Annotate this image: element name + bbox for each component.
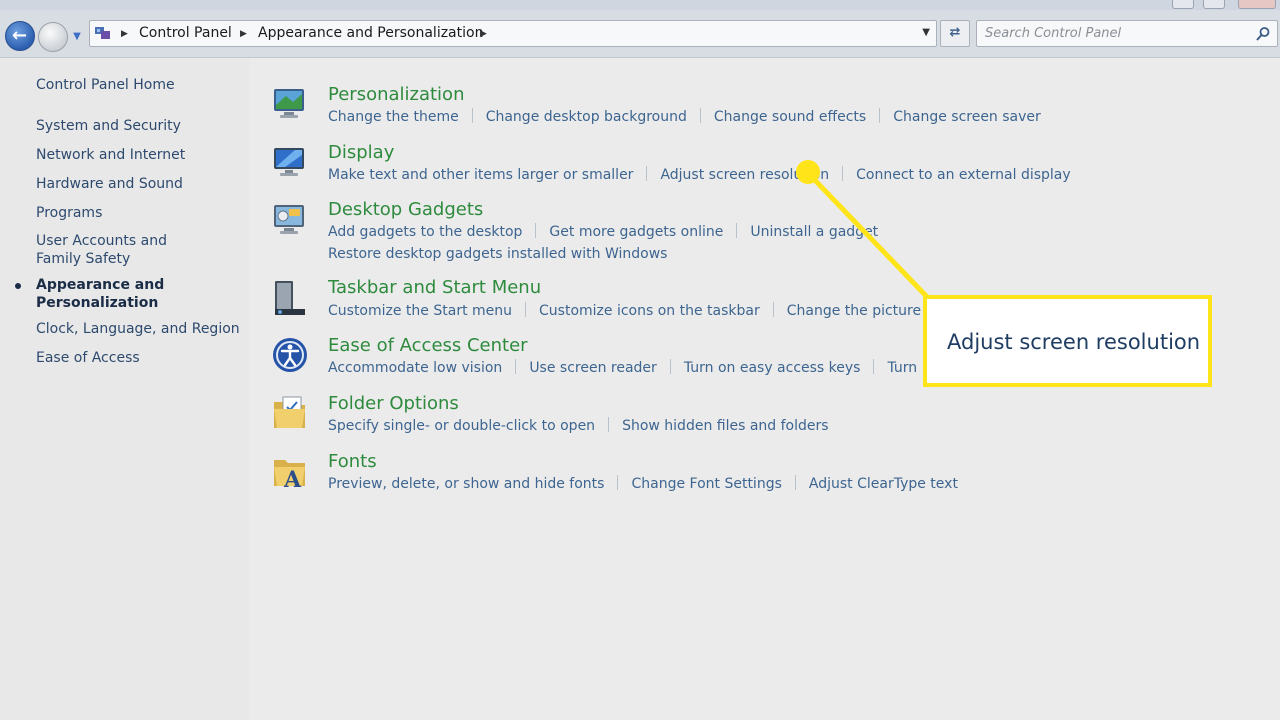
sidebar-item-clock-language[interactable]: Clock, Language, and Region (36, 320, 241, 338)
refresh-icon: ⇄ (949, 25, 961, 40)
link-adjust-screen-resolution[interactable]: Adjust screen resolution (660, 166, 829, 184)
display-icon (274, 148, 304, 176)
current-item-bullet (15, 283, 21, 289)
link-use-screen-reader[interactable]: Use screen reader (529, 359, 657, 377)
search-input[interactable] (985, 24, 1245, 43)
link-restore-gadgets[interactable]: Restore desktop gadgets installed with W… (328, 245, 667, 263)
link-separator (646, 166, 648, 181)
link-add-gadgets[interactable]: Add gadgets to the desktop (328, 223, 522, 241)
link-separator (873, 359, 875, 374)
ease-of-access-icon (273, 338, 307, 372)
navigation-toolbar: ← ▼ ▶ Control Panel ▶ Appearance and Per… (0, 10, 1280, 58)
link-connect-external-display[interactable]: Connect to an external display (856, 166, 1071, 184)
link-separator (515, 359, 517, 374)
personalization-icon (274, 89, 304, 118)
recent-pages-dropdown[interactable]: ▼ (70, 30, 84, 44)
link-customize-taskbar-icons[interactable]: Customize icons on the taskbar (539, 302, 760, 320)
link-change-desktop-background[interactable]: Change desktop background (486, 108, 687, 126)
link-single-double-click[interactable]: Specify single- or double-click to open (328, 417, 595, 435)
sidebar-item-user-accounts[interactable]: User Accounts and Family Safety (36, 232, 216, 268)
link-separator (617, 475, 619, 490)
links-desktop-gadgets-2: Restore desktop gadgets installed with W… (328, 245, 667, 263)
arrow-left-icon: ← (12, 25, 28, 46)
breadcrumb-separator: ▶ (240, 29, 247, 39)
link-show-hidden-files[interactable]: Show hidden files and folders (622, 417, 829, 435)
links-display: Make text and other items larger or smal… (328, 166, 1071, 184)
link-change-theme[interactable]: Change the theme (328, 108, 459, 126)
link-separator (736, 223, 738, 238)
breadcrumb-separator: ▶ (121, 29, 128, 39)
link-separator (535, 223, 537, 238)
sidebar-item-programs[interactable]: Programs (36, 204, 241, 222)
sidebar-item-appearance: Appearance and Personalization (36, 277, 165, 311)
address-bar[interactable]: ▶ Control Panel ▶ Appearance and Persona… (89, 20, 937, 47)
sidebar-item-network-internet[interactable]: Network and Internet (36, 146, 241, 164)
maximize-button[interactable] (1203, 0, 1225, 9)
category-title-taskbar[interactable]: Taskbar and Start Menu (328, 277, 541, 299)
links-fonts: Preview, delete, or show and hide fonts C… (328, 475, 958, 493)
minimize-button[interactable] (1172, 0, 1194, 9)
back-button[interactable]: ← (5, 21, 35, 51)
title-bar (0, 0, 1280, 10)
category-title-desktop-gadgets[interactable]: Desktop Gadgets (328, 199, 483, 221)
refresh-button[interactable]: ⇄ (940, 20, 970, 47)
links-taskbar: Customize the Start menu Customize icons … (328, 302, 962, 320)
link-separator (525, 302, 527, 317)
links-desktop-gadgets: Add gadgets to the desktop Get more gadge… (328, 223, 878, 241)
fonts-icon: A (274, 460, 305, 490)
sidebar-item-control-panel-home[interactable]: Control Panel Home (36, 76, 241, 94)
sidebar-item-hardware-sound[interactable]: Hardware and Sound (36, 175, 241, 193)
breadcrumb-control-panel[interactable]: Control Panel (139, 24, 232, 42)
link-adjust-cleartype[interactable]: Adjust ClearType text (809, 475, 958, 493)
main-content: Personalization Change the theme Change d… (249, 59, 1280, 720)
svg-text:A: A (283, 467, 302, 490)
search-box (976, 20, 1278, 47)
control-panel-icon (95, 27, 110, 39)
link-separator (471, 108, 473, 123)
sidebar: Control Panel Home System and Security N… (0, 59, 249, 720)
link-easy-access-keys[interactable]: Turn on easy access keys (684, 359, 861, 377)
category-title-display[interactable]: Display (328, 142, 394, 164)
close-button[interactable] (1238, 0, 1276, 9)
link-uninstall-gadget[interactable]: Uninstall a gadget (750, 223, 878, 241)
link-separator (794, 475, 796, 490)
link-accommodate-low-vision[interactable]: Accommodate low vision (328, 359, 502, 377)
breadcrumb-separator: ▶ (480, 29, 487, 39)
link-separator (772, 302, 774, 317)
chevron-down-icon[interactable]: ▼ (922, 24, 930, 42)
link-separator (608, 417, 610, 432)
category-title-folder-options[interactable]: Folder Options (328, 393, 459, 415)
link-change-sound-effects[interactable]: Change sound effects (714, 108, 866, 126)
breadcrumb-appearance[interactable]: Appearance and Personalization (258, 24, 483, 42)
link-text-size[interactable]: Make text and other items larger or smal… (328, 166, 633, 184)
link-separator (842, 166, 844, 181)
link-separator (669, 359, 671, 374)
link-customize-start-menu[interactable]: Customize the Start menu (328, 302, 512, 320)
folder-options-icon (274, 396, 305, 428)
sidebar-item-ease-of-access[interactable]: Ease of Access (36, 349, 241, 367)
sidebar-item-system-security[interactable]: System and Security (36, 117, 241, 135)
callout-label: Adjust screen resolution (947, 330, 1201, 354)
category-title-fonts[interactable]: Fonts (328, 451, 377, 473)
category-title-personalization[interactable]: Personalization (328, 84, 464, 106)
search-icon[interactable] (1255, 26, 1271, 42)
callout-box: Adjust screen resolution (923, 295, 1212, 387)
forward-button[interactable] (38, 22, 68, 52)
taskbar-icon (275, 281, 305, 315)
gadgets-icon (274, 205, 304, 234)
link-separator (699, 108, 701, 123)
link-preview-fonts[interactable]: Preview, delete, or show and hide fonts (328, 475, 604, 493)
links-ease-of-access: Accommodate low vision Use screen reader T… (328, 359, 954, 377)
link-get-more-gadgets[interactable]: Get more gadgets online (549, 223, 723, 241)
links-folder-options: Specify single- or double-click to open S… (328, 417, 829, 435)
link-change-font-settings[interactable]: Change Font Settings (631, 475, 781, 493)
category-title-ease-of-access[interactable]: Ease of Access Center (328, 335, 528, 357)
links-personalization: Change the theme Change desktop backgroun… (328, 108, 1041, 126)
link-change-screen-saver[interactable]: Change screen saver (893, 108, 1041, 126)
link-separator (879, 108, 881, 123)
